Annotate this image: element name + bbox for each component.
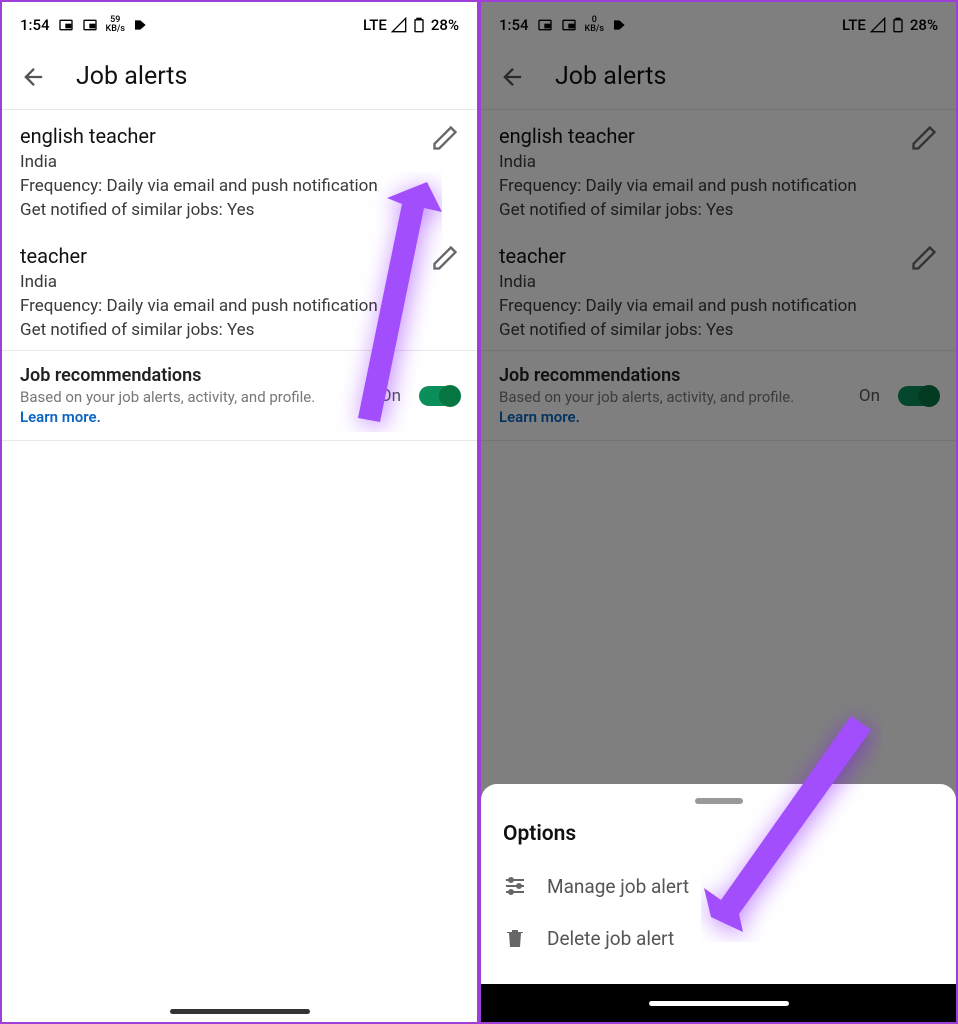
reco-state: On [859,386,880,406]
bottom-sheet: Options Manage job alert Delete job aler… [481,784,956,984]
pip-icon-2 [82,17,98,33]
page-title: Job alerts [555,62,666,91]
alert-item-0[interactable]: english teacher India Frequency: Daily v… [481,110,956,230]
nav-pill[interactable] [170,1009,310,1014]
pip-icon-1 [58,17,74,33]
back-icon[interactable] [499,63,527,91]
sheet-item-label: Delete job alert [547,927,674,950]
alert-location: India [20,152,459,172]
learn-more-link[interactable]: Learn more. [20,408,380,426]
alert-frequency: Frequency: Daily via email and push noti… [20,296,459,316]
alert-item-0[interactable]: english teacher India Frequency: Daily v… [2,110,477,230]
alert-frequency: Frequency: Daily via email and push noti… [20,176,459,196]
nav-bar [481,984,956,1022]
time: 1:54 [499,16,529,34]
status-bar: 1:54 0 KB/s LTE 28% [481,2,956,44]
delete-job-alert-item[interactable]: Delete job alert [481,912,956,964]
alert-similar: Get notified of similar jobs: Yes [20,200,459,220]
edit-icon[interactable] [431,124,459,152]
alert-location: India [499,272,938,292]
learn-more-link[interactable]: Learn more. [499,408,859,426]
pip-icon-1 [537,17,553,33]
data-speed: 0 KB/s [585,16,605,34]
nav-pill[interactable] [649,1001,789,1006]
alert-location: India [20,272,459,292]
battery-icon [411,17,427,33]
sheet-title: Options [481,818,956,860]
alert-title: english teacher [499,124,938,148]
trash-icon [503,926,527,950]
reco-title: Job recommendations [499,365,859,386]
recommendations-section: Job recommendations Based on your job al… [2,350,477,441]
phone-right: 1:54 0 KB/s LTE 28% Job alerts english t… [479,0,958,1024]
data-speed: 59 KB/s [106,16,126,34]
tag-icon [133,17,149,33]
signal-icon [391,17,407,33]
status-bar: 1:54 59 KB/s LTE 28% [2,2,477,44]
alert-similar: Get notified of similar jobs: Yes [20,320,459,340]
alert-frequency: Frequency: Daily via email and push noti… [499,296,938,316]
battery-icon [890,17,906,33]
recommendations-toggle[interactable] [419,386,459,406]
alert-item-1[interactable]: teacher India Frequency: Daily via email… [2,230,477,350]
header: Job alerts [2,44,477,110]
sheet-item-label: Manage job alert [547,875,689,898]
time: 1:54 [20,16,50,34]
sliders-icon [503,874,527,898]
reco-title: Job recommendations [20,365,380,386]
reco-state: On [380,386,401,406]
alert-similar: Get notified of similar jobs: Yes [499,320,938,340]
alert-frequency: Frequency: Daily via email and push noti… [499,176,938,196]
header: Job alerts [481,44,956,110]
reco-subtitle: Based on your job alerts, activity, and … [20,388,380,406]
nav-bar [2,1000,477,1022]
sheet-handle[interactable] [695,798,743,804]
recommendations-section: Job recommendations Based on your job al… [481,350,956,441]
signal-icon [870,17,886,33]
pip-icon-2 [561,17,577,33]
battery-percent: 28% [910,16,938,34]
alert-location: India [499,152,938,172]
alert-item-1[interactable]: teacher India Frequency: Daily via email… [481,230,956,350]
edit-icon[interactable] [910,124,938,152]
phone-left: 1:54 59 KB/s LTE 28% Job alerts english … [0,0,479,1024]
recommendations-toggle[interactable] [898,386,938,406]
battery-percent: 28% [431,16,459,34]
reco-subtitle: Based on your job alerts, activity, and … [499,388,859,406]
alert-title: teacher [499,244,938,268]
edit-icon[interactable] [910,244,938,272]
alert-title: teacher [20,244,459,268]
network-type: LTE [363,16,387,34]
manage-job-alert-item[interactable]: Manage job alert [481,860,956,912]
tag-icon [612,17,628,33]
alert-similar: Get notified of similar jobs: Yes [499,200,938,220]
alert-title: english teacher [20,124,459,148]
back-icon[interactable] [20,63,48,91]
edit-icon[interactable] [431,244,459,272]
network-type: LTE [842,16,866,34]
page-title: Job alerts [76,62,187,91]
